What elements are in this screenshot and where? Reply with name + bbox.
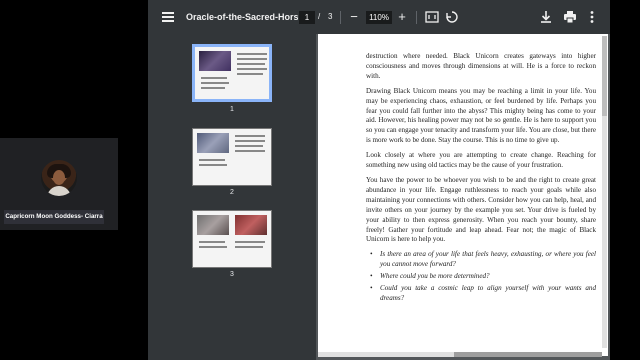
horizontal-scrollbar[interactable] [318, 352, 602, 357]
page-thumbnail-3[interactable] [192, 210, 272, 268]
question-item: Could you take a cosmic leap to align yo… [370, 284, 596, 304]
more-vert-icon[interactable] [585, 0, 599, 37]
page-separator: / [318, 12, 321, 21]
rotate-icon[interactable] [444, 0, 460, 37]
thumbnail-page-number: 3 [230, 271, 234, 278]
pdf-viewer: Oracle-of-the-Sacred-Hors... 1 / 3 − 110… [148, 0, 610, 360]
pdf-toolbar: Oracle-of-the-Sacred-Hors... 1 / 3 − 110… [148, 0, 610, 34]
horizontal-scrollbar-thumb[interactable] [454, 352, 602, 357]
vertical-scrollbar[interactable] [602, 36, 607, 348]
question-list: Is there an area of your life that feels… [370, 250, 596, 304]
participant-video-tile[interactable]: Capricorn Moon Goddess- Ciarra [0, 138, 118, 230]
page-thumbnail-1[interactable] [192, 44, 272, 102]
avatar [41, 160, 77, 196]
participant-name-label: Capricorn Moon Goddess- Ciarra [4, 210, 104, 224]
zoom-in-button[interactable]: + [394, 0, 410, 34]
zoom-out-button[interactable]: − [346, 0, 362, 34]
page-text: destruction where needed. Black Unicorn … [366, 52, 596, 306]
question-item: Where could you be more determined? [370, 272, 596, 282]
screen: Capricorn Moon Goddess- Ciarra Oracle-of… [0, 0, 640, 360]
paragraph: You have the power to be whoever you wis… [366, 175, 596, 244]
paragraph: destruction where needed. Black Unicorn … [366, 52, 596, 80]
thumbnail-sidebar: 1 2 3 [148, 34, 316, 360]
document-title: Oracle-of-the-Sacred-Hors... [186, 12, 298, 22]
question-item: Is there an area of your life that feels… [370, 250, 596, 270]
fit-page-icon[interactable] [424, 0, 440, 37]
vertical-scrollbar-thumb[interactable] [602, 36, 607, 116]
page-number-input[interactable]: 1 [299, 11, 315, 24]
page-thumbnail-2[interactable] [192, 128, 272, 186]
toolbar-divider [416, 11, 417, 24]
paragraph: Drawing Black Unicorn means you may be r… [366, 86, 596, 145]
print-icon[interactable] [562, 0, 578, 37]
menu-icon[interactable] [158, 0, 178, 34]
thumbnail-page-number: 1 [230, 106, 234, 113]
toolbar-divider [340, 11, 341, 24]
document-page: destruction where needed. Black Unicorn … [318, 34, 608, 356]
zoom-level-input[interactable]: 110% [366, 11, 392, 24]
paragraph: Look closely at where you are attempting… [366, 151, 596, 170]
page-total: 3 [328, 12, 333, 21]
download-icon[interactable] [538, 0, 554, 37]
thumbnail-page-number: 2 [230, 189, 234, 196]
